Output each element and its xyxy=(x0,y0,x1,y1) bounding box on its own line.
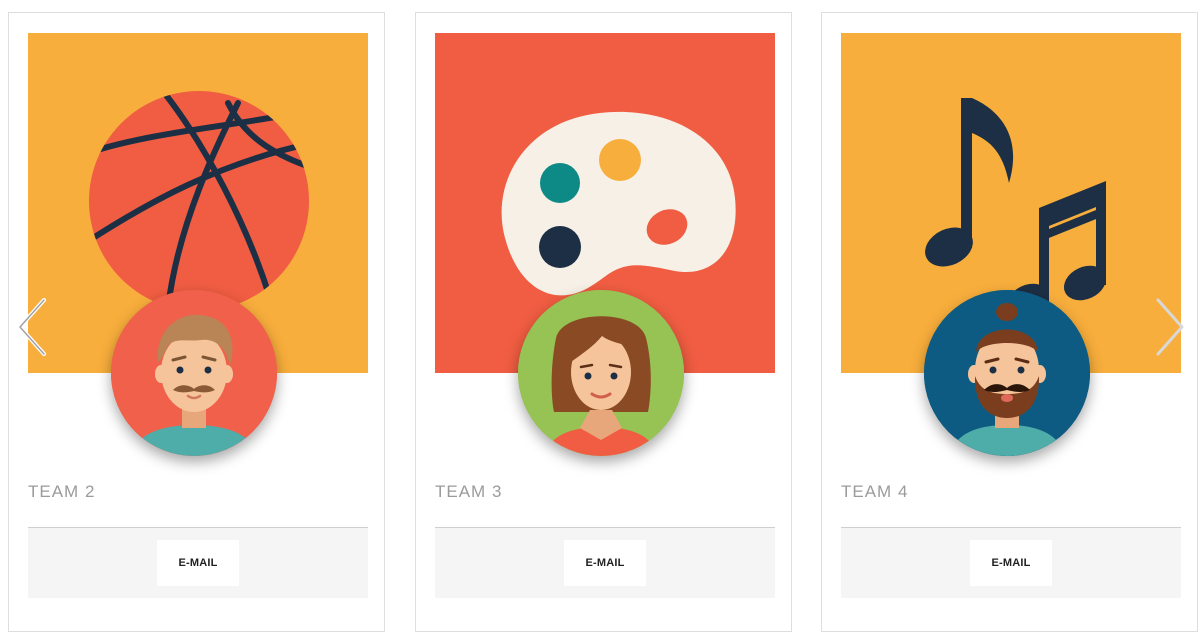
card-footer: E-MAIL xyxy=(28,528,368,598)
team-card: TEAM 2 E-MAIL xyxy=(8,12,385,632)
team-name: TEAM 2 xyxy=(28,482,96,501)
card-footer: E-MAIL xyxy=(841,528,1181,598)
team-member-avatar xyxy=(518,290,684,456)
team-carousel: TEAM 2 E-MAIL TEAM 3 E-MAIL TEAM 4 E-MAI… xyxy=(0,0,1198,632)
chevron-left-icon xyxy=(18,298,46,356)
team-card: TEAM 4 E-MAIL xyxy=(821,12,1198,632)
man-beard-avatar-icon xyxy=(924,290,1090,456)
card-footer: E-MAIL xyxy=(435,528,775,598)
email-button[interactable]: E-MAIL xyxy=(970,540,1052,586)
team-name: TEAM 3 xyxy=(435,482,503,501)
team-member-avatar xyxy=(111,290,277,456)
man-mustache-avatar-icon xyxy=(111,290,277,456)
email-button[interactable]: E-MAIL xyxy=(157,540,239,586)
woman-avatar-icon xyxy=(518,290,684,456)
email-button[interactable]: E-MAIL xyxy=(564,540,646,586)
carousel-prev-button[interactable] xyxy=(14,296,50,358)
chevron-right-icon xyxy=(1156,298,1184,356)
team-card: TEAM 3 E-MAIL xyxy=(415,12,792,632)
team-name: TEAM 4 xyxy=(841,482,909,501)
carousel-next-button[interactable] xyxy=(1152,296,1188,358)
team-member-avatar xyxy=(924,290,1090,456)
